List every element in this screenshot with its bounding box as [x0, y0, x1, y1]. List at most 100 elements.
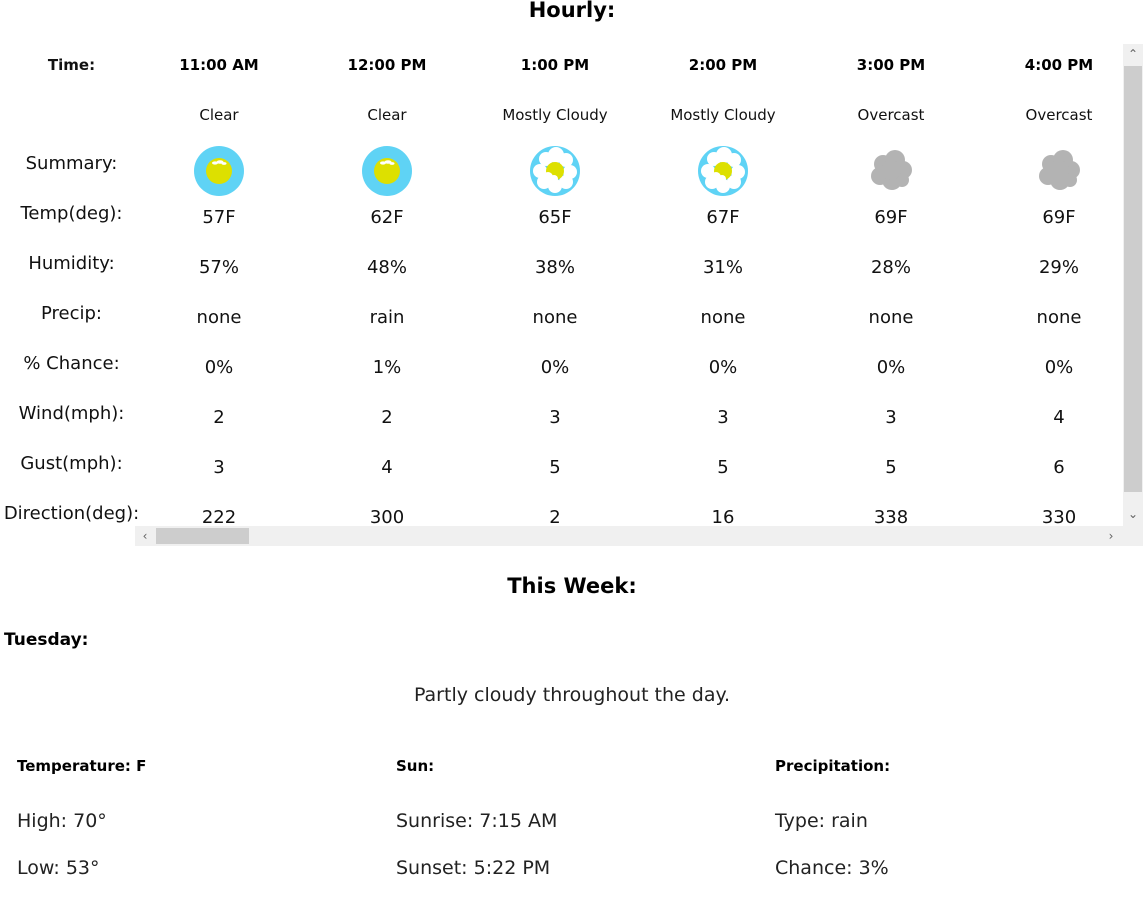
horizontal-scroll-thumb[interactable] [156, 528, 249, 544]
hour-wind: 3 [885, 407, 897, 428]
hour-precip: none [700, 307, 746, 328]
week-title: This Week: [507, 574, 637, 598]
hour-summary: Clear [367, 106, 407, 124]
hour-chance: 0% [876, 357, 906, 378]
hour-time: 12:00 PM [347, 56, 427, 74]
temperature-heading: Temperature: F [17, 757, 147, 775]
hour-direction: 300 [369, 507, 405, 526]
hour-precip: none [532, 307, 578, 328]
temperature-section: Temperature: F High: 70° Low: 53° [17, 757, 377, 879]
hour-chance: 0% [540, 357, 570, 378]
hour-wind: 2 [381, 407, 393, 428]
hour-summary: Mostly Cloudy [502, 106, 608, 124]
scroll-down-icon[interactable]: ⌄ [1123, 504, 1143, 524]
day-name: Tuesday: [4, 630, 89, 650]
hour-temp: 57F [202, 207, 236, 228]
hour-column: 12:00 PM Clear 62F 48% rain 1% 2 4 300 [303, 44, 471, 526]
hour-wind: 4 [1053, 407, 1065, 428]
partly-cloudy-day-icon [698, 146, 748, 196]
hour-precip: rain [369, 307, 405, 328]
hour-humidity: 31% [702, 257, 743, 278]
hourly-title: Hourly: [528, 0, 616, 22]
hour-humidity: 38% [534, 257, 575, 278]
day-summary: Partly cloudy throughout the day. [413, 684, 731, 706]
hour-precip: none [196, 307, 242, 328]
hour-column: 11:00 AM Clear 57F 57% none 0% 2 3 222 [135, 44, 303, 526]
sunrise-time: Sunrise: 7:15 AM [396, 810, 558, 832]
hour-summary: Overcast [1025, 106, 1093, 124]
hour-direction: 330 [1041, 507, 1077, 526]
hour-column: 4:00 PM Overcast 69F 29% none 0% 4 6 330 [975, 44, 1123, 526]
hour-gust: 4 [381, 457, 393, 478]
hour-humidity: 29% [1038, 257, 1079, 278]
sun-section: Sun: Sunrise: 7:15 AM Sunset: 5:22 PM [396, 757, 756, 879]
hour-humidity: 28% [870, 257, 911, 278]
hour-direction: 16 [711, 507, 735, 526]
hour-direction: 2 [549, 507, 561, 526]
hour-column: 3:00 PM Overcast 69F 28% none 0% 3 5 338 [807, 44, 975, 526]
hour-wind: 3 [717, 407, 729, 428]
hour-wind: 2 [213, 407, 225, 428]
temp-label: Temp(deg): [20, 203, 123, 224]
hour-summary: Mostly Cloudy [670, 106, 776, 124]
hour-gust: 5 [885, 457, 897, 478]
hour-time: 4:00 PM [1024, 56, 1094, 74]
precip-label: Precip: [40, 303, 102, 324]
scroll-left-icon[interactable]: ‹ [135, 526, 155, 546]
hour-column: 1:00 PM Mostly Cloudy 65F 38% none 0% 3 5 2 [471, 44, 639, 526]
hour-direction: 338 [873, 507, 909, 526]
gust-label: Gust(mph): [20, 453, 123, 474]
hour-precip: none [1036, 307, 1082, 328]
cloudy-icon [866, 146, 916, 196]
hour-temp: 62F [370, 207, 404, 228]
hour-time: 2:00 PM [688, 56, 758, 74]
horizontal-scrollbar[interactable]: ‹ › [135, 526, 1143, 546]
hourly-scroll-area[interactable]: 11:00 AM Clear 57F 57% none 0% 2 3 222 12:00 PM Cl… [135, 44, 1123, 526]
temperature-high: High: 70° [17, 810, 107, 832]
humidity-label: Humidity: [28, 253, 115, 274]
hour-temp: 69F [1042, 207, 1076, 228]
hour-time: 11:00 AM [179, 56, 259, 74]
hour-precip: none [868, 307, 914, 328]
partly-cloudy-day-icon [530, 146, 580, 196]
hour-time: 1:00 PM [520, 56, 590, 74]
precipitation-chance: Chance: 3% [775, 857, 889, 879]
hour-gust: 6 [1053, 457, 1065, 478]
clear-day-icon [362, 146, 412, 196]
hour-chance: 0% [708, 357, 738, 378]
clear-day-icon [194, 146, 244, 196]
hour-chance: 1% [372, 357, 402, 378]
hour-column: 2:00 PM Mostly Cloudy 67F 31% none 0% 3 5 16 [639, 44, 807, 526]
scroll-right-icon[interactable]: › [1101, 526, 1121, 546]
precipitation-section: Precipitation: Type: rain Chance: 3% [775, 757, 1135, 879]
precipitation-heading: Precipitation: [775, 757, 891, 775]
hour-humidity: 57% [198, 257, 239, 278]
direction-label: Direction(deg): [3, 503, 140, 524]
hour-temp: 65F [538, 207, 572, 228]
vertical-scrollbar[interactable]: ⌃ ⌄ [1123, 44, 1143, 526]
vertical-scroll-thumb[interactable] [1124, 66, 1142, 492]
sun-heading: Sun: [396, 757, 435, 775]
hour-gust: 3 [213, 457, 225, 478]
hour-gust: 5 [549, 457, 561, 478]
hour-chance: 0% [204, 357, 234, 378]
hour-wind: 3 [549, 407, 561, 428]
hour-time: 3:00 PM [856, 56, 926, 74]
time-label: Time: [47, 56, 96, 74]
hour-gust: 5 [717, 457, 729, 478]
hour-direction: 222 [201, 507, 237, 526]
chance-label: % Chance: [23, 353, 120, 374]
hour-humidity: 48% [366, 257, 407, 278]
hour-temp: 67F [706, 207, 740, 228]
sunset-time: Sunset: 5:22 PM [396, 857, 551, 879]
cloudy-icon [1034, 146, 1084, 196]
hour-temp: 69F [874, 207, 908, 228]
precipitation-type: Type: rain [775, 810, 868, 832]
scroll-up-icon[interactable]: ⌃ [1123, 44, 1143, 64]
hour-chance: 0% [1044, 357, 1074, 378]
temperature-low: Low: 53° [17, 857, 100, 879]
hour-summary: Clear [199, 106, 239, 124]
wind-label: Wind(mph): [18, 403, 125, 424]
summary-label: Summary: [25, 153, 118, 174]
hour-summary: Overcast [857, 106, 925, 124]
